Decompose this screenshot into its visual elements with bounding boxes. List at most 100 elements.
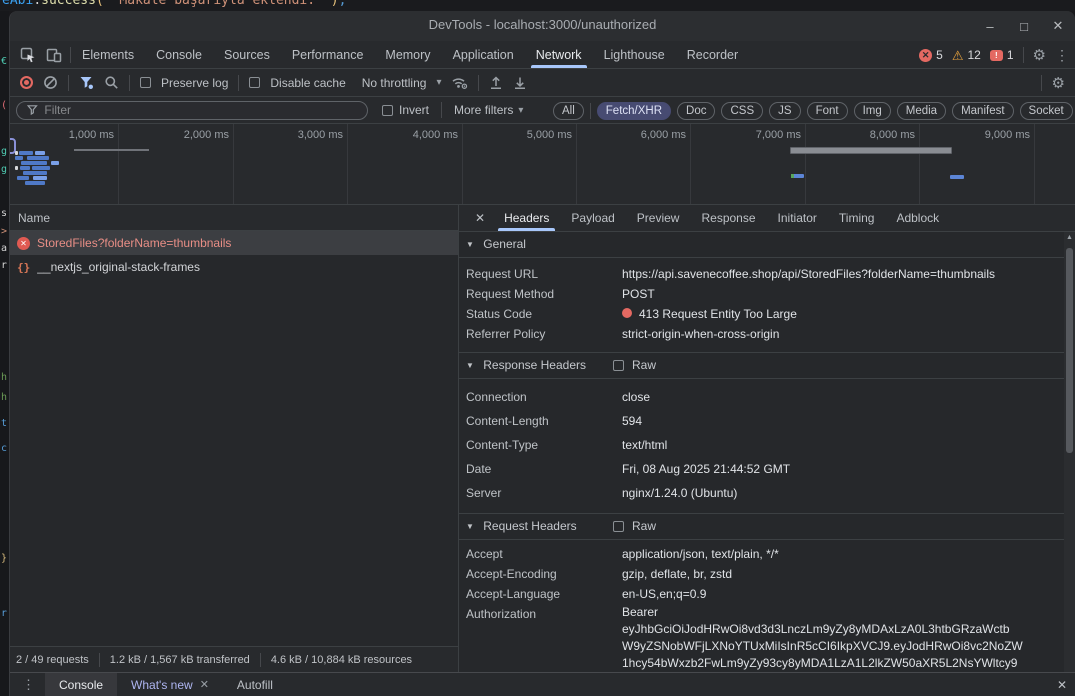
- network-conditions-icon[interactable]: [451, 75, 468, 90]
- maximize-button[interactable]: □: [1017, 19, 1031, 34]
- warning-icon: ⚠: [952, 49, 964, 62]
- main-menu-kebab-icon[interactable]: ⋮: [1055, 47, 1069, 64]
- tab-performance[interactable]: Performance: [281, 41, 375, 68]
- request-raw-checkbox[interactable]: [613, 521, 624, 532]
- network-overview-timeline[interactable]: 1,000 ms 2,000 ms 3,000 ms 4,000 ms 5,00…: [10, 124, 1075, 205]
- request-row-nextjs-stack-frames[interactable]: {} __nextjs_original-stack-frames: [10, 255, 458, 279]
- tab-application[interactable]: Application: [442, 41, 525, 68]
- tab-sources[interactable]: Sources: [213, 41, 281, 68]
- device-toolbar-icon[interactable]: [46, 47, 62, 63]
- network-toolbar: Preserve log Disable cache No throttling…: [10, 69, 1075, 97]
- error-icon: ✕: [17, 237, 30, 250]
- waterfall-bar: [23, 171, 47, 175]
- divider: [260, 653, 261, 667]
- filter-chip-all[interactable]: All: [553, 102, 584, 120]
- waterfall-bar: [35, 151, 45, 155]
- filter-chip-js[interactable]: JS: [769, 102, 800, 120]
- waterfall-bar: [15, 156, 23, 160]
- tab-recorder[interactable]: Recorder: [676, 41, 749, 68]
- filter-funnel-icon[interactable]: [79, 75, 94, 90]
- minimize-button[interactable]: –: [983, 19, 997, 34]
- details-scrollbar[interactable]: ▲: [1064, 232, 1075, 672]
- close-details-icon[interactable]: ✕: [467, 205, 493, 231]
- timeline-tick: 7,000 ms: [731, 129, 801, 141]
- issues-count-badge[interactable]: ! 1: [990, 48, 1014, 62]
- tab-timing[interactable]: Timing: [828, 205, 886, 231]
- timeline-tick: 3,000 ms: [273, 129, 343, 141]
- drawer-tab-whats-new[interactable]: What's new ✕: [117, 673, 223, 696]
- warning-count-badge[interactable]: ⚠ 12: [952, 48, 981, 62]
- request-headers-section-header[interactable]: ▼ Request Headers Raw: [459, 513, 1065, 540]
- header-row-server: Server nginx/1.24.0 (Ubuntu): [459, 481, 1065, 505]
- filter-chip-media[interactable]: Media: [897, 102, 946, 120]
- waterfall-gray-line: [74, 149, 149, 151]
- tab-memory[interactable]: Memory: [374, 41, 441, 68]
- response-raw-checkbox[interactable]: [613, 360, 624, 371]
- gridline: [576, 124, 577, 204]
- drawer-menu-kebab-icon[interactable]: ⋮: [10, 673, 45, 696]
- inspect-element-icon[interactable]: [20, 47, 36, 63]
- devtools-window: DevTools - localhost:3000/unauthorized –…: [9, 11, 1075, 696]
- triangle-expanded-icon: ▼: [466, 232, 474, 257]
- clear-network-log-icon[interactable]: [43, 75, 58, 90]
- scroll-up-arrow-icon[interactable]: ▲: [1064, 234, 1075, 241]
- filter-chip-img[interactable]: Img: [854, 102, 891, 120]
- tab-payload[interactable]: Payload: [560, 205, 625, 231]
- chevron-down-icon: ▾: [436, 77, 441, 88]
- scrollbar-thumb[interactable]: [1066, 248, 1073, 453]
- timeline-tick: 5,000 ms: [502, 129, 572, 141]
- tab-lighthouse[interactable]: Lighthouse: [593, 41, 676, 68]
- tab-initiator[interactable]: Initiator: [767, 205, 828, 231]
- close-window-button[interactable]: ✕: [1051, 18, 1065, 34]
- divider: [68, 75, 69, 91]
- filter-chip-font[interactable]: Font: [807, 102, 848, 120]
- tab-elements[interactable]: Elements: [71, 41, 145, 68]
- request-headers-section: ▼ Request Headers Raw Accept application…: [459, 513, 1065, 672]
- filter-chip-fetch-xhr[interactable]: Fetch/XHR: [597, 102, 671, 120]
- name-column-header[interactable]: Name: [10, 205, 458, 231]
- fetch-braces-icon: {}: [17, 261, 30, 274]
- export-har-icon[interactable]: [513, 75, 527, 90]
- tab-response[interactable]: Response: [690, 205, 766, 231]
- tab-console[interactable]: Console: [145, 41, 213, 68]
- disable-cache-checkbox[interactable]: [249, 77, 260, 88]
- divider: [1041, 75, 1042, 91]
- more-filters-button[interactable]: More filters ▾: [454, 103, 523, 117]
- network-settings-gear-icon[interactable]: ⚙: [1052, 74, 1065, 92]
- drawer-tab-console[interactable]: Console: [45, 673, 117, 696]
- gridline: [919, 124, 920, 204]
- filter-chip-css[interactable]: CSS: [721, 102, 763, 120]
- throttling-select[interactable]: No throttling: [362, 76, 427, 90]
- waterfall-bar: [33, 176, 47, 180]
- error-count-badge[interactable]: ✕ 5: [919, 48, 943, 62]
- drawer-tab-autofill[interactable]: Autofill: [223, 673, 287, 696]
- import-har-icon[interactable]: [489, 75, 503, 90]
- search-icon[interactable]: [104, 75, 119, 90]
- general-section-header[interactable]: ▼ General: [459, 232, 1065, 258]
- timeline-tick: 4,000 ms: [388, 129, 458, 141]
- tab-adblock[interactable]: Adblock: [885, 205, 950, 231]
- waterfall-bar: [17, 176, 29, 180]
- close-drawer-icon[interactable]: ✕: [1057, 673, 1067, 696]
- resource-type-chips: All Fetch/XHR Doc CSS JS Font Img Media …: [553, 97, 1075, 124]
- filter-input[interactable]: [44, 103, 357, 117]
- filter-chip-doc[interactable]: Doc: [677, 102, 715, 120]
- preserve-log-checkbox[interactable]: [140, 77, 151, 88]
- invert-checkbox[interactable]: [382, 105, 393, 116]
- tab-network[interactable]: Network: [525, 41, 593, 68]
- status-error-dot: [622, 308, 632, 318]
- request-bar: [791, 174, 804, 178]
- gridline: [805, 124, 806, 204]
- tab-headers[interactable]: Headers: [493, 205, 560, 231]
- settings-gear-icon[interactable]: ⚙: [1033, 46, 1046, 64]
- request-row-storedfiles[interactable]: ✕ StoredFiles?folderName=thumbnails: [10, 231, 458, 255]
- response-headers-section-header[interactable]: ▼ Response Headers Raw: [459, 352, 1065, 379]
- close-tab-icon[interactable]: ✕: [200, 678, 209, 691]
- timeline-tick: 9,000 ms: [960, 129, 1030, 141]
- background-code-line: eAbi.success( 'Makale başarıyla eklendi.…: [2, 0, 346, 8]
- header-row-authorization: Authorization Bearer eyJhbGciOiJodHRwOi8…: [459, 604, 1065, 672]
- tab-preview[interactable]: Preview: [626, 205, 691, 231]
- record-network-log-button[interactable]: [20, 76, 33, 89]
- filter-chip-manifest[interactable]: Manifest: [952, 102, 1013, 120]
- filter-chip-socket[interactable]: Socket: [1020, 102, 1073, 120]
